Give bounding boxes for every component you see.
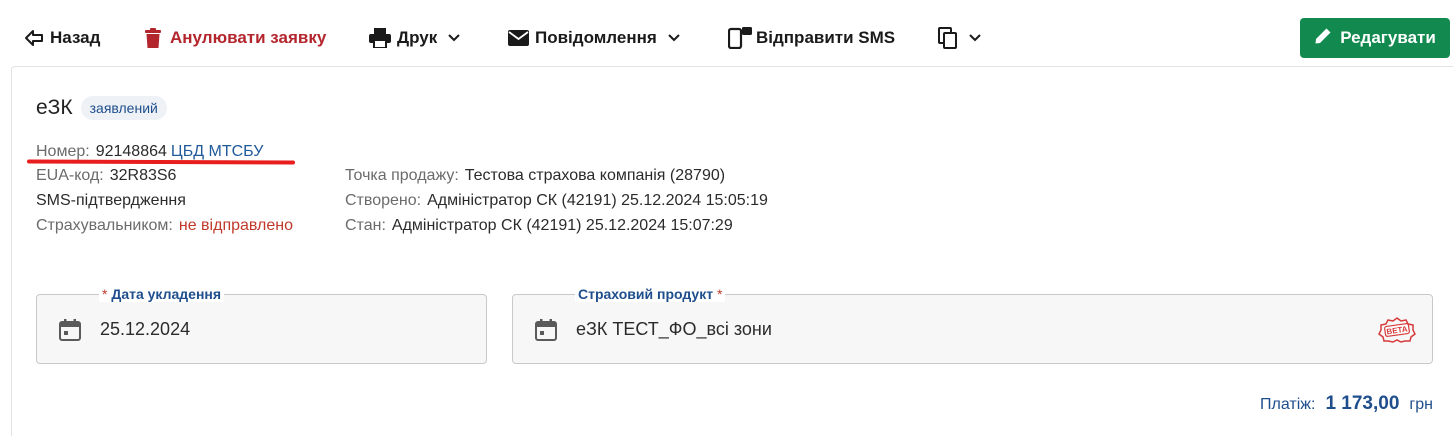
copy-dropdown[interactable] (938, 24, 982, 52)
payment-label: Платіж: (1260, 396, 1316, 413)
contract-date-label: Дата укладення (111, 286, 222, 302)
state-row: Стан: Адміністратор СК (42191) 25.12.2024… (345, 214, 733, 238)
created-key: Створено: (345, 192, 422, 209)
back-button[interactable]: Назад (24, 24, 100, 52)
required-mark: * (716, 286, 723, 302)
sale-point-row: Точка продажу: Тестова страхова компанія … (345, 164, 725, 188)
calendar-icon (535, 319, 557, 346)
back-label: Назад (50, 28, 101, 47)
contract-date-legend: * Дата укладення (99, 286, 225, 302)
phone-sms-icon (728, 27, 752, 49)
state-key: Стан: (345, 217, 386, 234)
payment-amount: 1 173,00 (1325, 393, 1400, 414)
cancel-request-button[interactable]: Анулювати заявку (145, 24, 326, 52)
print-label: Друк (397, 28, 438, 47)
state-value: Адміністратор СК (42191) 25.12.2024 15:0… (391, 217, 733, 234)
svg-text:BETA: BETA (1386, 325, 1408, 337)
send-sms-button[interactable]: Відправити SMS (728, 24, 895, 52)
created-row: Створено: Адміністратор СК (42191) 25.12.… (345, 189, 768, 213)
chevron-down-icon (667, 33, 681, 43)
send-sms-label: Відправити SMS (756, 28, 896, 47)
payment-summary: Платіж: 1 173,00 грн (1260, 393, 1433, 415)
chevron-down-icon (447, 33, 461, 43)
status-badge: заявлений (80, 96, 167, 120)
contract-date-value: 25.12.2024 (100, 319, 191, 339)
created-value: Адміністратор СК (42191) 25.12.2024 15:0… (427, 192, 768, 209)
sms-confirm-row: SMS-підтвердження (36, 189, 186, 213)
eua-row: EUA-код: 32R83S6 (36, 164, 176, 188)
toolbar: Назад Анулювати заявку Друк Повідомлення… (0, 0, 1453, 76)
insurance-product-legend: Страховий продукт * (575, 286, 726, 302)
printer-icon (369, 28, 391, 48)
sms-confirm-label: SMS-підтвердження (36, 192, 186, 209)
messages-dropdown[interactable]: Повідомлення (508, 24, 681, 52)
sms-status-row: Страхувальником: не відправлено (36, 214, 293, 238)
eua-value: 32R83S6 (109, 167, 177, 184)
page-title: еЗК (36, 96, 73, 119)
sms-status-value: не відправлено (178, 217, 294, 234)
beta-stamp-icon: BETA (1378, 317, 1416, 348)
edit-label: Редагувати (1340, 28, 1436, 47)
insurance-product-label: Страховий продукт (578, 286, 714, 302)
sale-point-value: Тестова страхова компанія (28790) (464, 167, 726, 184)
print-dropdown[interactable]: Друк (369, 24, 461, 52)
page-title-row: еЗК заявлений (36, 96, 167, 120)
copy-icon (938, 27, 958, 49)
payment-currency: грн (1409, 396, 1433, 413)
number-key: Номер: (36, 143, 90, 160)
edit-button[interactable]: Редагувати (1300, 18, 1450, 58)
insurance-product-value: еЗК ТЕСТ_ФО_всі зони (576, 319, 772, 339)
contract-date-field[interactable]: * Дата укладення 25.12.2024 (36, 286, 487, 364)
mtsbu-link[interactable]: ЦБД МТСБУ (171, 143, 264, 160)
number-value: 92148864 (95, 143, 167, 160)
envelope-icon (508, 30, 529, 46)
sms-status-key: Страхувальником: (36, 217, 173, 234)
sale-point-key: Точка продажу: (345, 167, 459, 184)
calendar-icon[interactable] (59, 319, 81, 346)
required-mark: * (102, 286, 108, 302)
chevron-down-icon (968, 33, 982, 43)
cancel-label: Анулювати заявку (170, 28, 327, 47)
messages-label: Повідомлення (535, 28, 657, 47)
eua-key: EUA-код: (36, 167, 104, 184)
trash-icon (145, 28, 161, 48)
pencil-icon (1314, 27, 1332, 50)
arrow-left-icon (24, 28, 44, 48)
request-card (11, 66, 1453, 436)
insurance-product-field[interactable]: Страховий продукт * еЗК ТЕСТ_ФО_всі зони… (512, 286, 1433, 364)
